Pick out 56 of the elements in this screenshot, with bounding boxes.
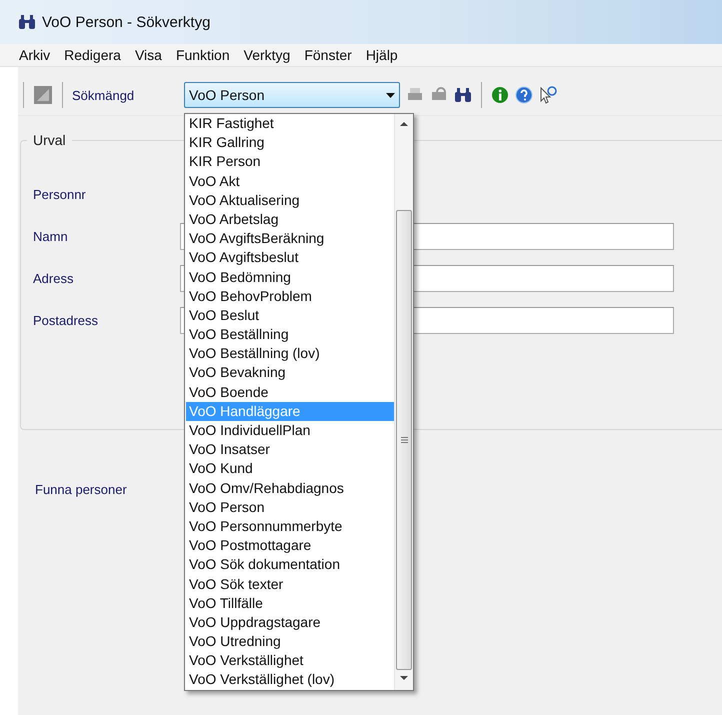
menu-item[interactable]: Redigera [57,47,128,63]
dropdown-option[interactable]: VoO Personnummerbyte [186,516,394,536]
dropdown-option[interactable]: VoO Uppdragstagare [186,612,394,632]
dropdown-option[interactable]: VoO Verkställighet [186,651,394,670]
field-label: Adress [33,270,74,286]
dropdown-option[interactable]: VoO Bevakning [186,363,394,383]
scrollbar-thumb[interactable] [396,210,412,670]
scroll-up-icon[interactable] [400,122,408,126]
dropdown-option[interactable]: VoO IndividuellPlan [186,421,394,440]
field-label: Personnr [33,186,87,202]
scroll-down-icon[interactable] [400,676,408,680]
dropdown-option[interactable]: VoO Boende [186,382,394,402]
toolbar-label: Sökmängd [72,88,136,102]
dropdown-option[interactable]: VoO AvgiftsBeräkning [186,229,394,248]
window-title: VoO Person - Sökverktyg [42,14,210,30]
info-icon[interactable] [491,86,509,104]
dropdown-arrow-icon [386,92,395,98]
binoculars-icon[interactable] [454,87,472,103]
save-icon[interactable] [33,85,53,105]
dropdown-option[interactable]: VoO Sök dokumentation [186,555,394,574]
binoculars-icon [18,14,36,30]
help-pointer-icon[interactable] [539,86,557,104]
dropdown-option[interactable]: VoO Beslut [186,306,394,326]
menu-item[interactable]: Funktion [168,47,237,63]
dropdown-option[interactable]: KIR Gallring [186,133,394,152]
dropdown-option[interactable]: VoO Tillfälle [186,594,394,613]
toolbar-separator [481,82,482,108]
dropdown-option[interactable]: VoO Kund [186,459,394,479]
group-title: Urval [32,132,67,148]
menu-item[interactable]: Arkiv [12,47,58,63]
dropdown-option[interactable]: VoO Person [186,498,394,517]
field-label: Namn [33,228,69,244]
menu-item[interactable]: Verktyg [236,47,298,63]
menu-item[interactable]: Hjälp [358,47,405,63]
help-icon[interactable] [515,86,533,104]
dropdown-option[interactable]: VoO Omv/Rehabdiagnos [186,478,394,498]
dropdown-option[interactable]: VoO Insatser [186,440,394,460]
dropdown-option[interactable]: VoO Arbetslag [186,210,394,230]
dropdown-option[interactable]: VoO Avgiftsbeslut [186,248,394,268]
dropdown-option[interactable]: VoO Verkställighet (lov) [186,670,394,690]
dropdown-option[interactable]: VoO Beställning [186,325,394,344]
dropdown-option[interactable]: VoO Akt [186,172,394,191]
dropdown-option[interactable]: VoO Utredning [186,632,394,652]
results-label: Funna personer [35,482,127,497]
menu-item[interactable]: Fönster [297,47,359,63]
dropdown-option[interactable]: VoO Aktualisering [186,190,394,210]
dropdown-option[interactable]: VoO Sök texter [186,574,394,594]
menu-item[interactable]: Visa [128,47,169,63]
dropdown-option[interactable]: KIR Person [186,152,394,172]
dropdown-option[interactable]: KIR Fastighet [186,114,394,134]
dropdown-option[interactable]: VoO Postmottagare [186,536,394,556]
dropdown-option[interactable]: VoO BehovProblem [186,286,394,306]
field-label: Postadress [33,312,100,328]
search-set-dropdown[interactable]: VoO Person [184,82,400,108]
dropdown-option[interactable]: VoO Beställning (lov) [186,344,394,364]
dropdown-option[interactable]: VoO Bedömning [186,268,394,287]
